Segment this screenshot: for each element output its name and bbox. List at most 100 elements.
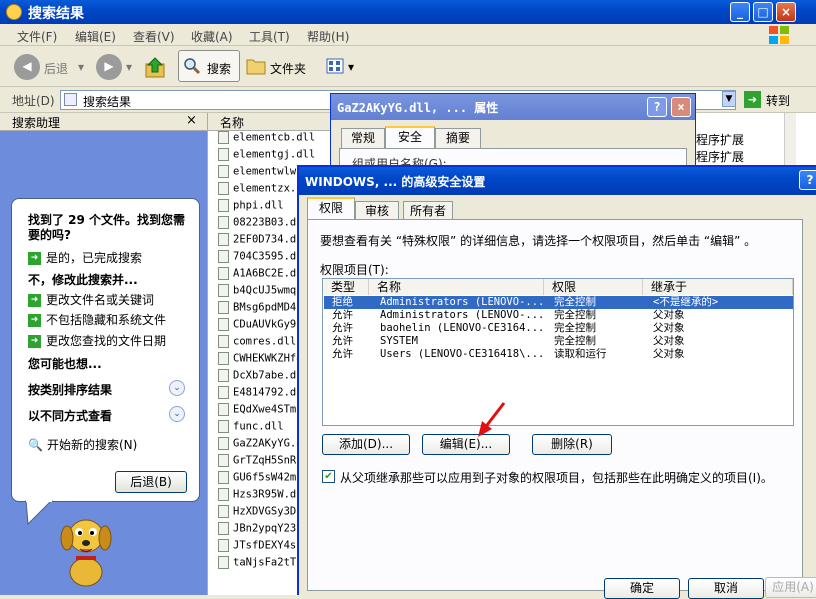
menu-file[interactable]: 文件(F)	[17, 28, 57, 45]
column-type[interactable]: 类型	[323, 279, 369, 295]
change-date-link[interactable]: ➜ 更改您查找的文件日期	[28, 332, 166, 349]
dll-file-icon	[218, 216, 229, 229]
exclude-hidden-link[interactable]: ➜ 不包括隐藏和系统文件	[28, 311, 166, 328]
forward-arrow-icon[interactable]: ▶	[96, 54, 122, 80]
dll-file-icon	[218, 352, 229, 365]
permissions-panel: 要想查看有关 “特殊权限” 的详细信息，请选择一个权限项目，然后单击 “编辑” …	[307, 219, 803, 599]
add-button[interactable]: 添加(D)...	[322, 434, 410, 455]
sort-results-link[interactable]: 按类别排序结果	[28, 381, 112, 398]
dll-file-icon	[218, 335, 229, 348]
forward-dropdown-icon[interactable]: ▾	[126, 60, 132, 74]
search-dog-icon	[60, 519, 112, 587]
entry-perm: 完全控制	[554, 309, 596, 321]
close-panel-icon[interactable]: ×	[186, 113, 197, 128]
intro-text: 要想查看有关 “特殊权限” 的详细信息，请选择一个权限项目，然后单击 “编辑” …	[320, 234, 757, 248]
green-arrow-icon: ➜	[28, 294, 41, 307]
address-dropdown-icon[interactable]: ▼	[722, 91, 736, 107]
search-companion-header: 搜索助理 ×	[0, 113, 207, 131]
remove-button[interactable]: 删除(R)	[532, 434, 612, 455]
go-button[interactable]: 转到	[766, 92, 790, 109]
chevron-down-icon[interactable]: ⌄	[169, 380, 185, 396]
security-title: WINDOWS, ... 的高级安全设置	[305, 175, 486, 189]
close-button[interactable]: ×	[671, 97, 691, 117]
file-name: comres.dll	[233, 335, 297, 348]
folders-icon[interactable]	[246, 57, 266, 75]
tab-security[interactable]: 安全	[385, 126, 435, 148]
cancel-button[interactable]: 取消	[688, 578, 764, 599]
tab-summary[interactable]: 摘要	[435, 128, 481, 148]
folders-label[interactable]: 文件夹	[270, 60, 306, 77]
entry-inherit: 父对象	[653, 309, 685, 321]
close-button[interactable]: ×	[776, 2, 796, 22]
bg-type-text: 程序扩展	[696, 150, 745, 164]
column-inherited-from[interactable]: 继承于	[643, 279, 793, 295]
views-icon[interactable]	[326, 58, 344, 74]
up-folder-icon[interactable]	[144, 56, 168, 80]
column-permission[interactable]: 权限	[544, 279, 643, 295]
help-button[interactable]: ?	[799, 170, 816, 190]
ok-button[interactable]: 确定	[604, 578, 680, 599]
tab-auditing[interactable]: 审核	[355, 201, 399, 221]
dll-file-icon	[218, 420, 229, 433]
entry-perm: 完全控制	[554, 296, 596, 308]
column-name[interactable]: 名称	[369, 279, 544, 295]
menu-edit[interactable]: 编辑(E)	[75, 28, 116, 45]
back-arrow-icon[interactable]: ◀	[14, 54, 40, 80]
entries-label: 权限项目(T):	[320, 263, 389, 277]
tab-general[interactable]: 常规	[341, 128, 385, 148]
permission-entry-row[interactable]: 允许 Users (LENOVO-CE316418\... 读取和运行 父对象	[324, 348, 793, 361]
menu-help[interactable]: 帮助(H)	[307, 28, 349, 45]
search-window-icon	[6, 4, 22, 20]
permission-entry-row[interactable]: 允许 baohelin (LENOVO-CE3164... 完全控制 父对象	[324, 322, 793, 335]
yes-done-link[interactable]: ➜ 是的，已完成搜索	[28, 249, 142, 266]
entry-name: baohelin (LENOVO-CE3164...	[380, 322, 545, 334]
inherit-checkbox-label[interactable]: 从父项继承那些可以应用到子对象的权限项目，包括那些在此明确定义的项目(I)。	[340, 469, 773, 486]
column-header-name[interactable]: 名称	[208, 113, 333, 131]
bg-type-text: 程序扩展	[696, 133, 745, 147]
help-button[interactable]: ?	[647, 97, 667, 117]
permission-entry-row[interactable]: 允许 Administrators (LENOVO-... 完全控制 父对象	[324, 309, 793, 322]
menu-favorites[interactable]: 收藏(A)	[191, 28, 233, 45]
new-search-link[interactable]: 🔍 开始新的搜索(N)	[28, 436, 137, 453]
refine-heading: 不，修改此搜索并...	[28, 273, 138, 287]
file-row[interactable]: elementgj.dll	[218, 148, 333, 165]
permission-entry-row[interactable]: 拒绝 Administrators (LENOVO-... 完全控制 <不是继承的>	[324, 296, 793, 309]
inherit-checkbox[interactable]: ✔	[322, 470, 335, 483]
permission-entry-row[interactable]: 允许 SYSTEM 完全控制 父对象	[324, 335, 793, 348]
search-companion-title: 搜索助理	[12, 116, 61, 130]
view-differently-link[interactable]: 以不同方式查看	[28, 407, 112, 424]
views-dropdown-icon[interactable]: ▾	[348, 60, 354, 74]
magnifier-icon: 🔍	[28, 438, 43, 452]
go-arrow-icon[interactable]: ➜	[744, 91, 761, 108]
maximize-button[interactable]: □	[753, 2, 773, 22]
search-label: 搜索	[207, 62, 232, 76]
file-row[interactable]: elementcb.dll	[218, 131, 333, 148]
menu-view[interactable]: 查看(V)	[133, 28, 175, 45]
entry-perm: 完全控制	[554, 335, 596, 347]
file-name: phpi.dll	[233, 199, 284, 212]
tab-owner[interactable]: 所有者	[403, 201, 453, 221]
search-button[interactable]: 搜索	[178, 50, 240, 82]
toolbar: ◀ 后退 ▾ ▶ ▾ 搜索 文件夹 ▾	[0, 47, 816, 87]
panel-back-button[interactable]: 后退(B)	[115, 471, 187, 493]
dll-file-icon	[218, 437, 229, 450]
entry-name: Administrators (LENOVO-...	[380, 309, 545, 321]
dll-file-icon	[218, 250, 229, 263]
entry-inherit: 父对象	[653, 322, 685, 334]
search-results-icon	[64, 93, 77, 106]
tab-permissions[interactable]: 权限	[307, 197, 355, 219]
chevron-down-icon[interactable]: ⌄	[169, 406, 185, 422]
entry-perm: 完全控制	[554, 322, 596, 334]
maybe-heading: 您可能也想...	[28, 357, 102, 371]
window-title: 搜索结果	[28, 6, 84, 22]
back-label[interactable]: 后退	[44, 60, 68, 77]
change-filename-link[interactable]: ➜ 更改文件名或关键词	[28, 291, 154, 308]
properties-title-bar: GaZ2AKyYG.dll, ... 属性 ? ×	[331, 94, 695, 120]
menu-tools[interactable]: 工具(T)	[249, 28, 290, 45]
entry-name: Administrators (LENOVO-...	[380, 296, 545, 308]
entry-type: 允许	[332, 348, 353, 360]
file-name: elementcb.dll	[233, 131, 316, 144]
back-dropdown-icon[interactable]: ▾	[78, 60, 84, 74]
security-title-bar: WINDOWS, ... 的高级安全设置 ?	[299, 167, 816, 195]
minimize-button[interactable]: _	[730, 2, 750, 22]
